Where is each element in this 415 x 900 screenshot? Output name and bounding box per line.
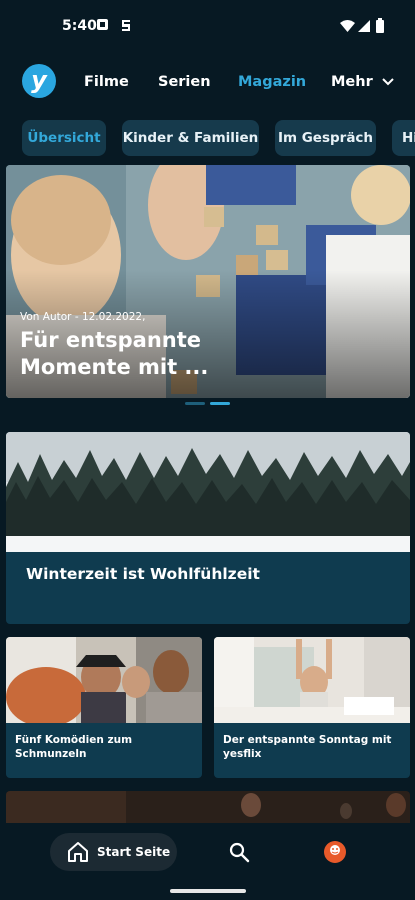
hero-meta: Von Autor - 12.02.2022, bbox=[20, 311, 146, 323]
profile-avatar-icon[interactable] bbox=[323, 840, 347, 864]
hero-title: Für entspannte Momente mit ... bbox=[20, 328, 209, 379]
notification-icon bbox=[97, 19, 108, 30]
category-chips: Übersicht Kinder & Familien Im Gespräch … bbox=[0, 120, 415, 158]
app-notification-icon bbox=[122, 20, 130, 31]
home-icon bbox=[68, 842, 88, 862]
battery-icon bbox=[376, 18, 384, 33]
home-indicator[interactable] bbox=[170, 889, 246, 893]
chip-kinder-familien[interactable]: Kinder & Familien bbox=[122, 120, 259, 156]
carousel-dot-2[interactable] bbox=[210, 402, 230, 405]
nav-filme[interactable]: Filme bbox=[84, 74, 129, 90]
wifi-icon bbox=[340, 20, 355, 32]
logo-letter: y bbox=[31, 65, 47, 94]
chip-more[interactable]: Hi bbox=[392, 120, 415, 156]
hero-carousel-item[interactable]: Von Autor - 12.02.2022, Für entspannte M… bbox=[6, 165, 410, 398]
relaxing-sunday-image bbox=[214, 637, 410, 723]
article-card-komoedien[interactable]: Fünf Komödien zum Schmunzeln bbox=[6, 637, 202, 778]
chevron-down-icon bbox=[382, 78, 394, 86]
featured-article-title: Winterzeit ist Wohlfühlzeit bbox=[26, 565, 260, 583]
nav-mehr-label: Mehr bbox=[331, 74, 373, 90]
article-title-komoedien: Fünf Komödien zum Schmunzeln bbox=[15, 734, 133, 760]
app-logo[interactable]: y bbox=[22, 64, 56, 98]
bottom-navigation: Start Seite bbox=[0, 823, 415, 900]
hero-text: Von Autor - 12.02.2022, Für entspannte M… bbox=[20, 311, 260, 381]
nav-magazin[interactable]: Magazin bbox=[238, 74, 306, 90]
signal-icon bbox=[358, 20, 370, 32]
carousel-indicator bbox=[185, 402, 233, 406]
carousel-dot-1[interactable] bbox=[185, 402, 205, 405]
nav-serien[interactable]: Serien bbox=[158, 74, 211, 90]
comedy-image bbox=[6, 637, 202, 723]
featured-article-card[interactable]: Winterzeit ist Wohlfühlzeit bbox=[6, 432, 410, 624]
status-time: 5:40 bbox=[62, 18, 97, 34]
nav-mehr[interactable]: Mehr bbox=[331, 74, 394, 90]
chip-im-gespraech[interactable]: Im Gespräch bbox=[275, 120, 376, 156]
article-card-sonntag[interactable]: Der entspannte Sonntag mit yesflix bbox=[214, 637, 410, 778]
top-navigation: y Filme Serien Magazin Mehr bbox=[0, 58, 415, 108]
start-seite-button[interactable]: Start Seite bbox=[50, 833, 177, 871]
status-bar: 5:40 bbox=[0, 0, 415, 52]
winter-forest-image bbox=[6, 432, 410, 552]
article-title-sonntag: Der entspannte Sonntag mit yesflix bbox=[223, 734, 392, 760]
search-icon[interactable] bbox=[229, 842, 251, 864]
chip-uebersicht[interactable]: Übersicht bbox=[22, 120, 106, 156]
start-seite-label: Start Seite bbox=[97, 845, 171, 859]
